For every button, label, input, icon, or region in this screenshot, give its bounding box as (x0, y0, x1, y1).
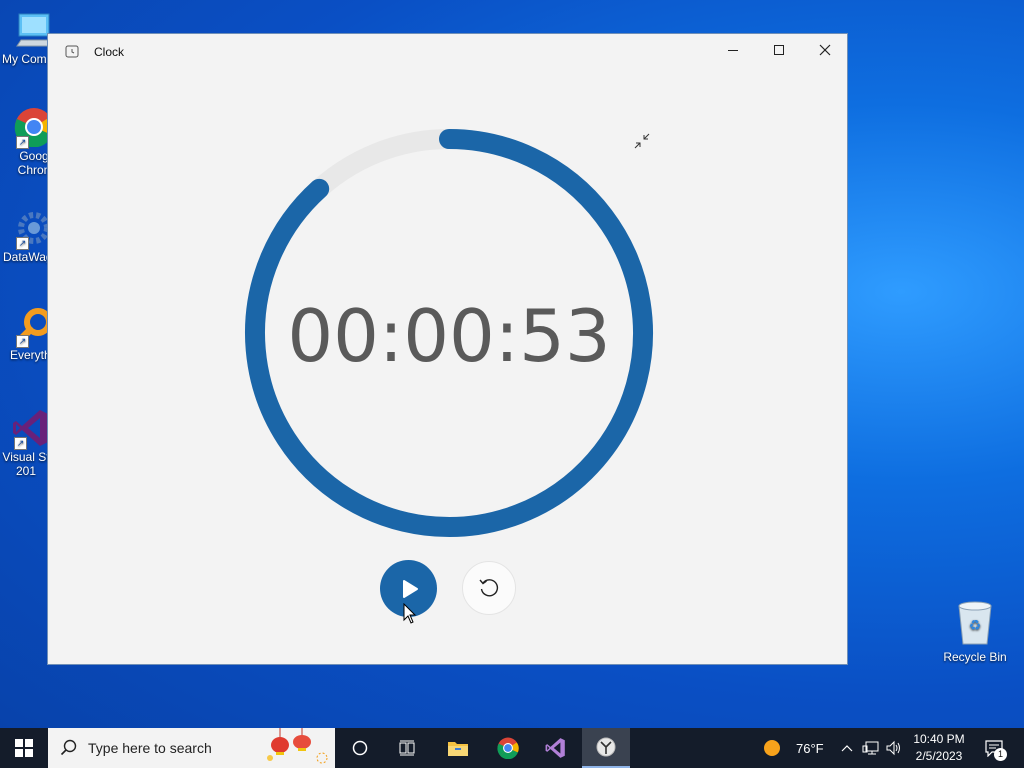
visual-studio-icon (545, 738, 565, 758)
sun-icon (764, 740, 780, 756)
action-center-button[interactable]: 1 (978, 728, 1010, 768)
reset-button[interactable] (462, 561, 516, 615)
clock-app-icon (596, 737, 616, 757)
taskbar-visual-studio[interactable] (532, 728, 580, 768)
windows-logo-icon (15, 739, 33, 757)
speaker-icon (886, 740, 900, 756)
start-button[interactable] (0, 728, 48, 768)
clock-app-icon (65, 44, 79, 58)
desktop-icon-recycle-bin[interactable]: ♻ Recycle Bin (940, 600, 1010, 664)
recycle-bin-icon: ♻ (955, 600, 995, 645)
taskbar-clock[interactable]: 10:40 PM 2/5/2023 (906, 731, 972, 765)
shortcut-arrow-icon: ↗ (16, 237, 29, 250)
weather-widget[interactable]: 76°F (762, 728, 832, 768)
svg-text:♻: ♻ (969, 618, 982, 634)
taskbar-time: 10:40 PM (913, 732, 965, 746)
clock-window: Clock 00:00:53 (47, 33, 848, 665)
cortana-icon (352, 740, 368, 756)
task-view-button[interactable] (384, 728, 432, 768)
search-icon (60, 739, 77, 756)
desktop-icon-label: Recycle Bin (943, 650, 1007, 664)
chrome-icon (497, 737, 519, 759)
shortcut-arrow-icon: ↗ (14, 437, 27, 450)
network-button[interactable] (860, 728, 882, 768)
mouse-cursor-icon (403, 603, 417, 624)
search-placeholder: Type here to search (88, 740, 212, 756)
visual-studio-icon: ↗ (12, 408, 52, 450)
shortcut-arrow-icon: ↗ (16, 136, 29, 149)
taskbar-file-explorer[interactable] (434, 728, 482, 768)
show-hidden-icons-button[interactable] (838, 728, 856, 768)
desktop-icon-label: Visual St 201 (2, 450, 50, 478)
stopwatch-time: 00:00:53 (287, 294, 611, 378)
taskbar-date: 2/5/2023 (915, 749, 963, 763)
weather-temperature: 76°F (796, 740, 824, 756)
close-button[interactable] (802, 34, 848, 66)
notification-count-badge: 1 (994, 748, 1007, 761)
volume-button[interactable] (884, 728, 904, 768)
folder-icon (448, 742, 468, 756)
play-icon (402, 579, 418, 598)
taskbar: Type here to search 76°F 10:40 PM 2/5/20… (0, 728, 1024, 768)
shortcut-arrow-icon: ↗ (16, 335, 29, 348)
chevron-up-icon (841, 745, 853, 752)
lunar-new-year-lanterns-icon (267, 728, 328, 764)
maximize-button[interactable] (756, 34, 802, 66)
network-icon (862, 741, 879, 755)
task-view-icon (399, 740, 415, 756)
reset-icon (479, 579, 499, 597)
minimize-button[interactable] (710, 34, 756, 66)
taskbar-clock-app[interactable] (582, 728, 630, 768)
taskbar-search-box[interactable]: Type here to search (48, 728, 335, 768)
cortana-button[interactable] (336, 728, 384, 768)
title-bar[interactable]: Clock (48, 34, 847, 68)
window-title: Clock (94, 45, 125, 59)
taskbar-chrome[interactable] (484, 728, 532, 768)
